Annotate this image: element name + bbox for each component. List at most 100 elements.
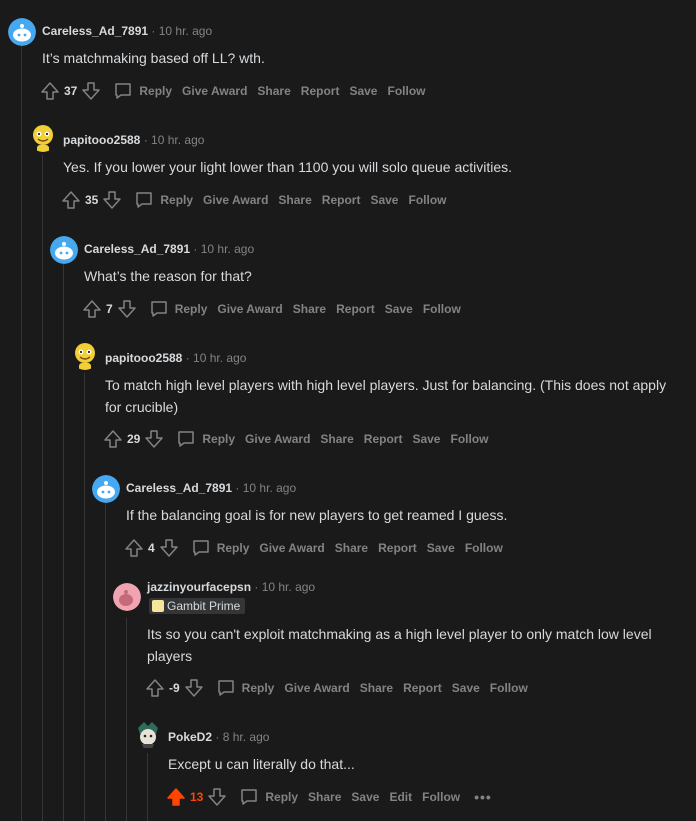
timestamp[interactable]: · 10 hr. ago	[186, 351, 247, 365]
upvote-icon[interactable]	[145, 678, 165, 698]
timestamp[interactable]: · 10 hr. ago	[235, 481, 296, 495]
reply-button[interactable]: Reply	[176, 429, 235, 449]
comment-actions: 13 Reply Share Save Edit Follow •••	[166, 785, 492, 809]
reply-button[interactable]: Reply	[134, 190, 193, 210]
reply-button[interactable]: Reply	[239, 787, 298, 807]
share-button[interactable]: Share	[320, 432, 353, 446]
save-button[interactable]: Save	[427, 541, 455, 555]
reply-label: Reply	[202, 432, 236, 446]
report-button[interactable]: Report	[322, 193, 361, 207]
username[interactable]: PokeD2	[168, 730, 212, 744]
give-award-button[interactable]: Give Award	[182, 84, 247, 98]
vote-count: 35	[85, 193, 99, 207]
vote-count: 29	[127, 432, 141, 446]
downvote-icon[interactable]	[81, 81, 101, 101]
upvote-icon[interactable]	[82, 299, 102, 319]
snoo-blue-avatar[interactable]	[50, 236, 78, 264]
report-button[interactable]: Report	[364, 432, 403, 446]
give-award-button[interactable]: Give Award	[203, 193, 268, 207]
share-button[interactable]: Share	[308, 790, 341, 804]
comment-body: Except u can literally do that...	[168, 756, 355, 772]
timestamp[interactable]: · 10 hr. ago	[151, 24, 212, 38]
username[interactable]: jazzinyourfacepsn	[147, 580, 251, 594]
reply-button[interactable]: Reply	[149, 299, 207, 319]
more-options-icon[interactable]: •••	[474, 789, 492, 805]
thread-line[interactable]	[84, 373, 85, 821]
dark-character-avatar[interactable]	[134, 720, 162, 748]
save-button[interactable]: Save	[349, 84, 377, 98]
username[interactable]: Careless_Ad_7891	[84, 242, 190, 256]
snoo-blue-avatar[interactable]	[8, 18, 36, 46]
follow-button[interactable]: Follow	[450, 432, 488, 446]
comment-bubble-icon	[136, 192, 153, 208]
yellow-character-avatar[interactable]	[71, 342, 99, 370]
timestamp[interactable]: · 10 hr. ago	[144, 133, 205, 147]
reply-button[interactable]: Reply	[113, 81, 172, 101]
pink-snoo-avatar[interactable]	[113, 583, 141, 611]
thread-line[interactable]	[105, 503, 106, 821]
give-award-button[interactable]: Give Award	[217, 302, 282, 316]
save-button[interactable]: Save	[385, 302, 413, 316]
save-button[interactable]: Save	[370, 193, 398, 207]
thread-line[interactable]	[63, 264, 64, 821]
follow-button[interactable]: Follow	[422, 790, 460, 804]
report-button[interactable]: Report	[378, 541, 417, 555]
comment-body: It’s matchmaking based off LL? wth.	[42, 50, 265, 66]
share-button[interactable]: Share	[293, 302, 326, 316]
downvote-icon[interactable]	[159, 538, 179, 558]
downvote-icon[interactable]	[102, 190, 122, 210]
save-button[interactable]: Save	[452, 681, 480, 695]
reply-button[interactable]: Reply	[216, 678, 274, 698]
username[interactable]: papitooo2588	[63, 133, 140, 147]
share-button[interactable]: Share	[278, 193, 311, 207]
snoo-blue-avatar[interactable]	[92, 475, 120, 503]
downvote-icon[interactable]	[184, 678, 204, 698]
vote-count: 37	[64, 84, 78, 98]
downvote-icon[interactable]	[207, 787, 227, 807]
upvote-icon[interactable]	[166, 787, 186, 807]
follow-button[interactable]: Follow	[490, 681, 528, 695]
timestamp[interactable]: · 10 hr. ago	[193, 242, 254, 256]
thread-line[interactable]	[42, 155, 43, 821]
reply-label: Reply	[265, 790, 299, 804]
give-award-button[interactable]: Give Award	[259, 541, 324, 555]
thread-line[interactable]	[126, 618, 127, 821]
timestamp[interactable]: · 10 hr. ago	[254, 580, 315, 594]
save-button[interactable]: Save	[412, 432, 440, 446]
timestamp[interactable]: · 8 hr. ago	[215, 730, 269, 744]
thread-line[interactable]	[147, 753, 148, 821]
thread-line[interactable]	[21, 46, 22, 821]
share-button[interactable]: Share	[257, 84, 290, 98]
yellow-character-avatar[interactable]	[29, 124, 57, 152]
reply-button[interactable]: Reply	[191, 538, 250, 558]
downvote-icon[interactable]	[144, 429, 164, 449]
report-button[interactable]: Report	[403, 681, 442, 695]
downvote-icon[interactable]	[117, 299, 137, 319]
comment-body: What’s the reason for that?	[84, 268, 252, 284]
username[interactable]: papitooo2588	[105, 351, 182, 365]
share-button[interactable]: Share	[335, 541, 368, 555]
save-button[interactable]: Save	[351, 790, 379, 804]
report-button[interactable]: Report	[301, 84, 340, 98]
report-button[interactable]: Report	[336, 302, 375, 316]
follow-button[interactable]: Follow	[387, 84, 425, 98]
vote-count: 7	[106, 302, 113, 316]
give-award-button[interactable]: Give Award	[245, 432, 310, 446]
username[interactable]: Careless_Ad_7891	[42, 24, 148, 38]
username[interactable]: Careless_Ad_7891	[126, 481, 232, 495]
comment-meta: papitooo2588 · 10 hr. ago	[105, 351, 246, 365]
comment-bubble-icon	[217, 680, 234, 696]
comment-bubble-icon	[241, 789, 258, 805]
follow-button[interactable]: Follow	[423, 302, 461, 316]
follow-button[interactable]: Follow	[408, 193, 446, 207]
upvote-icon[interactable]	[124, 538, 144, 558]
share-button[interactable]: Share	[360, 681, 393, 695]
give-award-button[interactable]: Give Award	[284, 681, 349, 695]
flair-label: Gambit Prime	[167, 599, 241, 613]
upvote-icon[interactable]	[103, 429, 123, 449]
upvote-icon[interactable]	[61, 190, 81, 210]
edit-button[interactable]: Edit	[389, 790, 412, 804]
upvote-icon[interactable]	[40, 81, 60, 101]
reply-label: Reply	[216, 541, 250, 555]
follow-button[interactable]: Follow	[465, 541, 503, 555]
